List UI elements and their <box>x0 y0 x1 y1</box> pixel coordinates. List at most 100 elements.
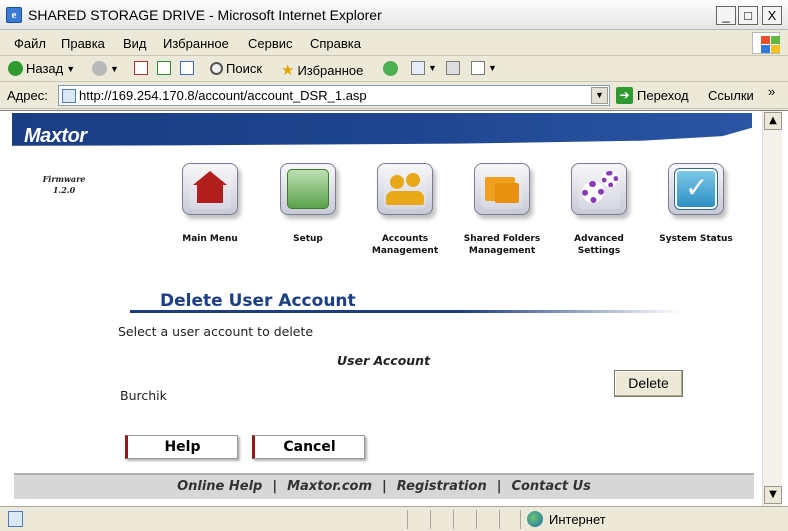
status-bar: Интернет <box>0 506 788 531</box>
go-button[interactable]: ➔ Переход <box>616 87 689 104</box>
home-icon <box>182 163 238 215</box>
firmware-version: 1.2.0 <box>52 185 76 195</box>
maxtor-logo: Maxtor <box>24 125 87 147</box>
cancel-button[interactable]: Cancel <box>252 435 365 459</box>
column-header-user-account: User Account <box>337 353 431 368</box>
folders-key-icon <box>474 163 530 215</box>
forward-arrow-icon <box>92 61 107 76</box>
ie-icon: e <box>6 7 22 23</box>
refresh-button[interactable] <box>157 61 171 75</box>
back-button[interactable]: Назад ▼ <box>8 61 75 76</box>
footer-link-registration[interactable]: Registration <box>397 479 487 494</box>
firmware-info: Firmware 1.2.0 <box>38 174 90 196</box>
menu-tools[interactable]: Сервис <box>248 36 293 51</box>
firmware-label: Firmware <box>42 174 86 184</box>
nav-setup[interactable]: Setup <box>268 163 348 245</box>
footer-link-maxtor[interactable]: Maxtor.com <box>287 479 372 494</box>
footer-separator: | <box>496 479 502 494</box>
favorites-button[interactable]: ★ Избранное <box>281 61 363 79</box>
edit-button[interactable]: ▼ <box>471 61 497 75</box>
nav-shared-folders-management[interactable]: Shared Folders Management <box>462 163 542 257</box>
address-dropdown-button[interactable]: ▼ <box>591 87 608 104</box>
forward-button[interactable]: ▼ <box>92 61 119 76</box>
section-title: Delete User Account <box>160 291 356 311</box>
vertical-scrollbar[interactable]: ▲ ▼ <box>762 111 782 506</box>
scroll-up-button[interactable]: ▲ <box>764 112 782 130</box>
toolbar-overflow-button[interactable]: » <box>768 84 775 99</box>
section-divider <box>130 310 682 313</box>
status-divider <box>407 510 408 529</box>
page-icon <box>62 89 76 103</box>
mail-button[interactable]: ▼ <box>411 61 437 75</box>
menu-bar: Файл Правка Вид Избранное Сервис Справка <box>0 30 788 56</box>
title-bar: e SHARED STORAGE DRIVE - Microsoft Inter… <box>0 0 788 30</box>
stop-button[interactable] <box>134 61 148 75</box>
search-label: Поиск <box>226 61 263 76</box>
menu-file[interactable]: Файл <box>14 36 46 51</box>
media-icon <box>383 61 398 76</box>
links-button[interactable]: Ссылки <box>708 88 754 103</box>
menu-favorites[interactable]: Избранное <box>163 36 229 51</box>
footer-link-contact-us[interactable]: Contact Us <box>511 479 590 494</box>
status-divider <box>453 510 454 529</box>
address-label: Адрес: <box>7 88 48 103</box>
print-icon <box>446 61 460 75</box>
minimize-button[interactable]: _ <box>716 6 736 25</box>
back-label: Назад <box>26 61 64 76</box>
menu-edit[interactable]: Правка <box>61 36 105 51</box>
search-icon <box>210 62 223 75</box>
go-arrow-icon: ➔ <box>616 87 633 104</box>
footer: Online Help | Maxtor.com | Registration | Cont… <box>14 473 754 499</box>
nav-advanced-settings[interactable]: Advanced Settings <box>559 163 639 257</box>
print-button[interactable] <box>446 61 460 75</box>
page-done-icon <box>8 511 23 527</box>
users-icon <box>377 163 433 215</box>
delete-button[interactable]: Delete <box>614 370 683 397</box>
home-button[interactable] <box>180 61 194 75</box>
close-button[interactable]: X <box>762 6 782 25</box>
nav-label: Advanced Settings <box>574 234 624 256</box>
checkbox-icon: ✓ <box>668 163 724 215</box>
nav-accounts-management[interactable]: Accounts Management <box>365 163 445 257</box>
address-url: http://169.254.170.8/account/account_DSR… <box>79 88 367 103</box>
toolbar: Назад ▼ ▼ Поиск ★ Избранное ▼ ▼ <box>0 57 788 82</box>
search-button[interactable]: Поиск <box>210 61 262 76</box>
windows-logo-icon <box>752 32 780 54</box>
nav-label: Main Menu <box>182 234 238 244</box>
window-title: SHARED STORAGE DRIVE - Microsoft Interne… <box>28 7 382 23</box>
setup-drive-icon <box>280 163 336 215</box>
nav-label: Setup <box>293 234 323 244</box>
home-icon <box>180 61 194 75</box>
maximize-button[interactable]: □ <box>738 6 758 25</box>
media-button[interactable] <box>383 61 398 76</box>
help-button[interactable]: Help <box>125 435 238 459</box>
chevron-down-icon: ▼ <box>66 63 76 74</box>
stop-icon <box>134 61 148 75</box>
nav-label: Shared Folders Management <box>463 234 541 256</box>
menu-help[interactable]: Справка <box>310 36 361 51</box>
status-divider <box>476 510 477 529</box>
nav-system-status[interactable]: ✓ System Status <box>656 163 736 245</box>
status-divider <box>520 510 521 529</box>
globe-icon <box>527 511 543 527</box>
page-viewport: Maxtor Firmware 1.2.0 Main Menu Setup Ac… <box>0 110 788 506</box>
user-account-item[interactable]: Burchik <box>120 388 167 403</box>
status-divider <box>499 510 500 529</box>
nav-label: System Status <box>659 234 733 244</box>
menu-view[interactable]: Вид <box>123 36 147 51</box>
edit-icon <box>471 61 485 75</box>
nav-main-menu[interactable]: Main Menu <box>170 163 250 245</box>
status-divider <box>430 510 431 529</box>
footer-link-online-help[interactable]: Online Help <box>177 479 262 494</box>
scroll-down-button[interactable]: ▼ <box>764 486 782 504</box>
back-arrow-icon <box>8 61 23 76</box>
address-input[interactable]: http://169.254.170.8/account/account_DSR… <box>58 85 610 106</box>
mail-icon <box>411 61 425 75</box>
chevron-down-icon: ▼ <box>488 63 497 73</box>
favorites-label: Избранное <box>297 62 364 78</box>
header-band <box>12 113 752 146</box>
gears-icon <box>571 163 627 215</box>
footer-separator: | <box>272 479 278 494</box>
address-bar: Адрес: http://169.254.170.8/account/acco… <box>0 82 788 109</box>
section-description: Select a user account to delete <box>118 324 314 339</box>
